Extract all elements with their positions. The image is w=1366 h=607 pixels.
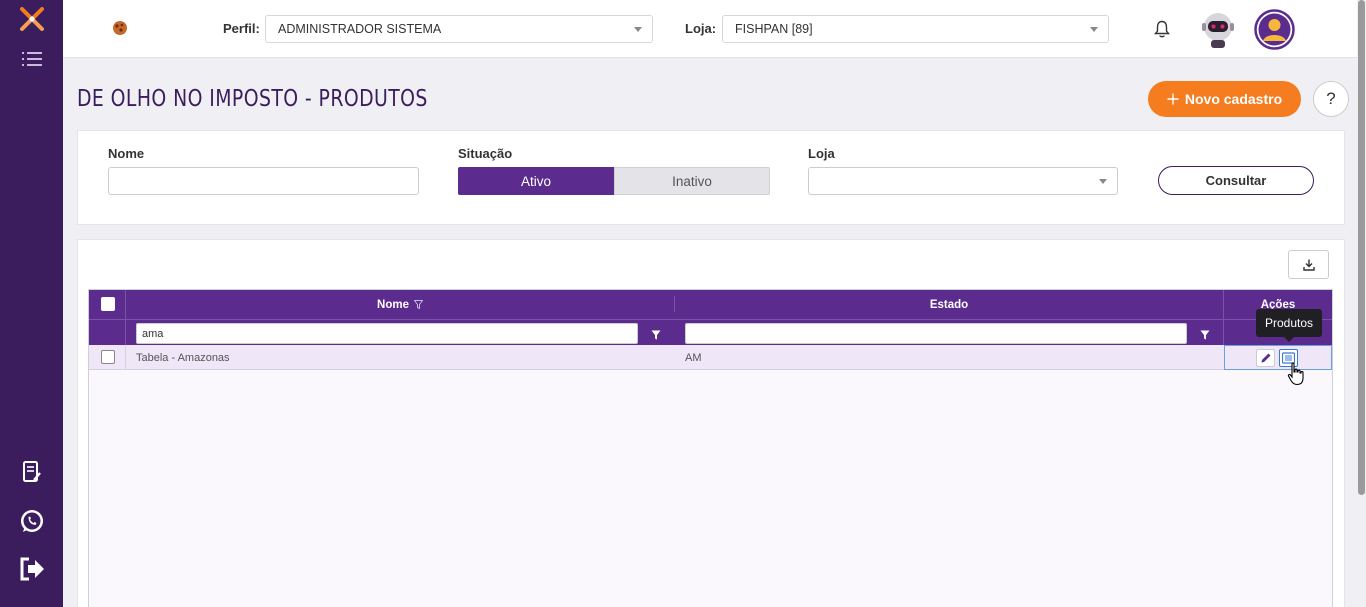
table-row[interactable]: Tabela - Amazonas AM xyxy=(89,345,1332,370)
question-icon: ? xyxy=(1326,89,1336,108)
nome-filter-input[interactable]: ama xyxy=(136,323,638,344)
grid-filter-row: ama xyxy=(89,319,1332,346)
row-actions-cell xyxy=(1224,345,1332,370)
data-grid: Nome Estado Ações ama Tabela - Amazonas … xyxy=(88,289,1333,607)
estado-filter-input[interactable] xyxy=(685,323,1187,344)
chevron-down-icon xyxy=(1099,179,1107,184)
help-button[interactable]: ? xyxy=(1313,81,1349,117)
consultar-button[interactable]: Consultar xyxy=(1158,166,1314,195)
scrollbar-thumb[interactable] xyxy=(1358,0,1365,495)
edit-button[interactable] xyxy=(1256,349,1275,367)
perfil-label: Perfil: xyxy=(223,21,260,36)
loja-label: Loja: xyxy=(685,21,717,36)
nome-input[interactable] xyxy=(108,167,419,195)
page-scrollbar[interactable] xyxy=(1357,0,1366,607)
filter-panel: Nome Situação Ativo Inativo Loja Consult… xyxy=(77,130,1345,225)
loja-filter-select[interactable] xyxy=(808,167,1118,195)
column-header-nome[interactable]: Nome xyxy=(126,290,674,319)
top-header: Perfil: ADMINISTRADOR SISTEMA Loja: FISH… xyxy=(63,0,1357,58)
store-icon[interactable] xyxy=(111,19,129,42)
column-separator xyxy=(125,320,126,346)
select-all-checkbox[interactable] xyxy=(101,297,115,311)
filter-outline-icon xyxy=(413,300,423,309)
hand-cursor-icon xyxy=(1287,362,1305,391)
estado-filter-funnel-icon[interactable] xyxy=(1200,327,1210,345)
bell-icon[interactable] xyxy=(1154,20,1170,43)
user-avatar[interactable] xyxy=(1254,9,1295,55)
logo-icon[interactable] xyxy=(0,6,63,32)
page-title: DE OLHO NO IMPOSTO - PRODUTOS xyxy=(77,86,428,112)
download-icon xyxy=(1302,259,1315,271)
row-estado-cell: AM xyxy=(685,351,702,364)
nome-filter-funnel-icon[interactable] xyxy=(651,327,661,345)
situacao-ativo-button[interactable]: Ativo xyxy=(458,167,614,195)
sidebar xyxy=(0,0,63,607)
chevron-down-icon xyxy=(634,27,642,32)
whatsapp-icon[interactable] xyxy=(0,507,63,535)
perfil-select[interactable]: ADMINISTRADOR SISTEMA xyxy=(265,15,653,43)
logout-icon[interactable] xyxy=(0,555,63,583)
pencil-icon xyxy=(1261,353,1270,363)
row-checkbox[interactable] xyxy=(101,350,115,364)
robot-avatar[interactable] xyxy=(1199,9,1237,54)
new-record-button[interactable]: Novo cadastro xyxy=(1148,81,1301,117)
loja-filter-label: Loja xyxy=(808,146,835,161)
column-separator xyxy=(1223,320,1224,346)
situacao-inativo-button[interactable]: Inativo xyxy=(614,167,770,195)
column-header-estado[interactable]: Estado xyxy=(675,290,1223,319)
loja-value: FISHPAN [89] xyxy=(735,22,813,36)
plus-icon xyxy=(1167,93,1179,105)
nome-label: Nome xyxy=(108,146,145,161)
chevron-down-icon xyxy=(1090,27,1098,32)
grid-panel: Nome Estado Ações ama Tabela - Amazonas … xyxy=(77,239,1345,607)
grid-header: Nome Estado Ações xyxy=(89,290,1332,319)
column-separator xyxy=(125,345,126,370)
produtos-tooltip: Produtos xyxy=(1256,309,1322,342)
download-button[interactable] xyxy=(1288,250,1329,279)
nome-header-label: Nome xyxy=(377,298,409,311)
perfil-value: ADMINISTRADOR SISTEMA xyxy=(278,22,442,36)
menu-list-icon[interactable] xyxy=(0,50,63,68)
row-nome-cell: Tabela - Amazonas xyxy=(136,351,230,364)
document-edit-icon[interactable] xyxy=(0,460,63,484)
situacao-label: Situação xyxy=(458,146,513,161)
new-record-label: Novo cadastro xyxy=(1184,91,1283,107)
loja-select[interactable]: FISHPAN [89] xyxy=(722,15,1109,43)
